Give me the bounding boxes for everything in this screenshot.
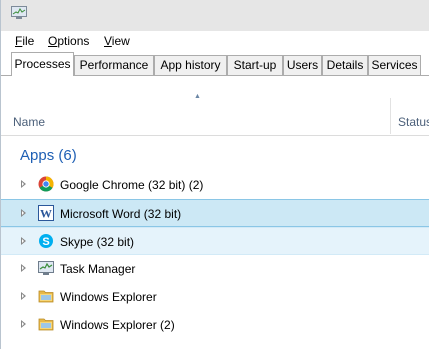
menu-bar: File Options View bbox=[1, 31, 429, 51]
process-row-label: Skype (32 bit) bbox=[60, 235, 135, 249]
group-header-apps: Apps (6) bbox=[20, 147, 77, 164]
tab-app-history[interactable]: App history bbox=[154, 55, 227, 75]
process-row-task-manager[interactable]: Task Manager bbox=[1, 255, 429, 283]
process-row-label: Microsoft Word (32 bit) bbox=[60, 207, 182, 221]
expand-chevron-icon[interactable] bbox=[21, 180, 26, 188]
process-row-skype[interactable]: S Skype (32 bit) bbox=[1, 227, 429, 255]
process-row-label: Task Manager bbox=[60, 262, 136, 276]
menu-view[interactable]: View bbox=[104, 34, 130, 48]
expand-chevron-icon[interactable] bbox=[21, 264, 26, 272]
column-header-status[interactable]: Status bbox=[398, 115, 429, 129]
sort-ascending-icon: ▲ bbox=[194, 93, 201, 100]
column-header-name[interactable]: Name bbox=[13, 115, 45, 129]
process-row-windows-explorer-2[interactable]: Windows Explorer (2) bbox=[1, 311, 429, 339]
task-manager-icon bbox=[11, 6, 27, 19]
tab-performance[interactable]: Performance bbox=[74, 55, 154, 75]
folder-icon bbox=[38, 290, 54, 303]
word-icon: W bbox=[38, 205, 54, 221]
task-manager-window: File Options View Processes Performance … bbox=[0, 0, 429, 349]
tab-details[interactable]: Details bbox=[322, 55, 368, 75]
menu-file[interactable]: File bbox=[15, 34, 34, 48]
folder-icon bbox=[38, 318, 54, 331]
tab-start-up[interactable]: Start-up bbox=[227, 55, 283, 75]
process-row-windows-explorer[interactable]: Windows Explorer bbox=[1, 283, 429, 311]
tab-processes[interactable]: Processes bbox=[11, 52, 74, 76]
title-bar[interactable] bbox=[1, 0, 429, 31]
process-row-word[interactable]: W Microsoft Word (32 bit) bbox=[1, 199, 429, 227]
tab-users[interactable]: Users bbox=[283, 55, 322, 75]
process-row-label: Google Chrome (32 bit) (2) bbox=[60, 178, 204, 192]
skype-icon: S bbox=[39, 234, 53, 248]
expand-chevron-icon[interactable] bbox=[21, 320, 26, 328]
expand-chevron-icon[interactable] bbox=[21, 292, 26, 300]
chrome-icon bbox=[38, 176, 54, 192]
process-row-label: Windows Explorer bbox=[60, 290, 157, 304]
menu-options[interactable]: Options bbox=[48, 34, 89, 48]
expand-chevron-icon[interactable] bbox=[21, 209, 26, 217]
column-header-row: Name Status bbox=[1, 110, 429, 136]
svg-text:W: W bbox=[40, 207, 52, 221]
process-row-label: Windows Explorer (2) bbox=[60, 318, 175, 332]
process-row-chrome[interactable]: Google Chrome (32 bit) (2) bbox=[1, 171, 429, 199]
svg-text:S: S bbox=[42, 236, 49, 248]
task-manager-icon bbox=[38, 261, 54, 275]
tab-services[interactable]: Services bbox=[368, 55, 421, 75]
expand-chevron-icon[interactable] bbox=[21, 237, 26, 245]
